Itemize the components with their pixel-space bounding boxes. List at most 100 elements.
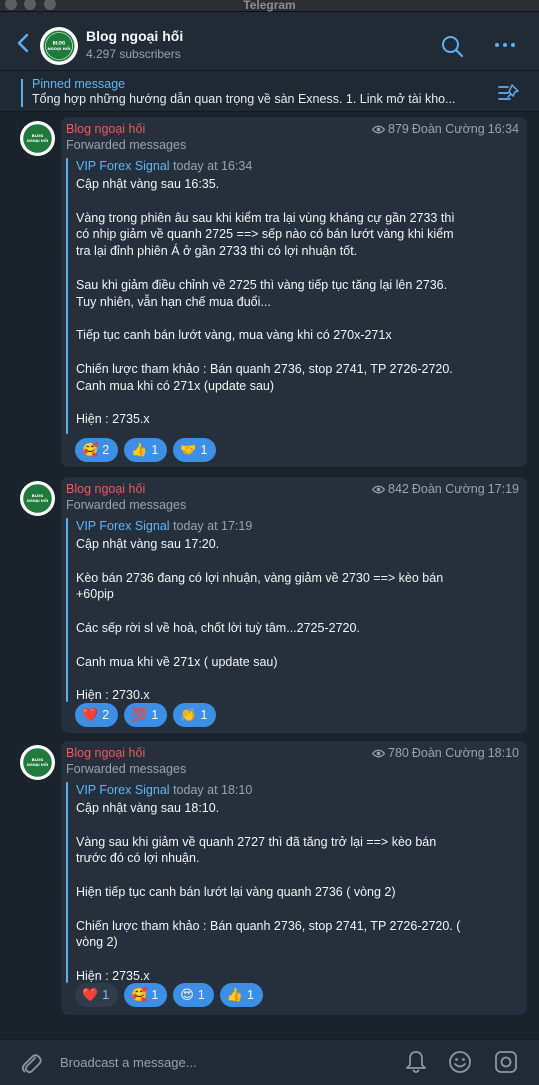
reaction-bar: ❤️ 2 💯 1 👏 1 — [75, 703, 217, 727]
reaction-count: 1 — [102, 988, 110, 1002]
message-meta: 780 Đoàn Cường 18:10 — [372, 746, 519, 760]
emoji-icon[interactable] — [448, 1050, 472, 1074]
app-title: Telegram — [243, 0, 296, 12]
message-author[interactable]: Blog ngoại hối — [66, 122, 145, 136]
reaction-emoji: 💯 — [131, 707, 148, 723]
reaction-count: 2 — [102, 443, 110, 457]
reaction-count: 2 — [102, 708, 110, 722]
pinned-accent-bar — [21, 79, 23, 107]
eye-icon — [372, 485, 385, 493]
reaction-count: 1 — [197, 988, 205, 1002]
message-author[interactable]: Blog ngoại hối — [66, 746, 145, 760]
reaction-count: 1 — [246, 988, 254, 1002]
forward-accent-bar — [66, 782, 68, 983]
view-count: 879 — [388, 122, 409, 136]
forwarded-from-time: today at 18:10 — [173, 783, 253, 797]
eye-icon — [372, 125, 385, 133]
message-time: 17:19 — [487, 482, 519, 496]
reaction-chip[interactable]: 💯 1 — [124, 703, 168, 727]
channel-name[interactable]: Blog ngoại hối — [86, 28, 183, 44]
svg-text:BLOG: BLOG — [32, 493, 44, 498]
reaction-chip[interactable]: 👍 1 — [219, 983, 263, 1007]
window-titlebar: Telegram — [0, 0, 539, 12]
reaction-chip[interactable]: ❤️ 2 — [75, 703, 119, 727]
forwarded-from-name[interactable]: VIP Forex Signal — [76, 159, 170, 173]
reaction-count: 1 — [151, 988, 159, 1002]
message-composer — [0, 1039, 539, 1085]
pinned-message-bar[interactable]: Pinned message Tổng hợp những hướng dẫn … — [0, 70, 539, 112]
message: BLOG NGOẠI HỐI Blog ngoại hối Forwarded … — [0, 477, 539, 733]
forwarded-label: Forwarded messages — [66, 762, 187, 776]
reaction-count: 1 — [200, 708, 208, 722]
chat-header: BLOG NGOẠI HỐI Blog ngoại hối 4.297 subs… — [0, 12, 539, 70]
message-time: 16:34 — [487, 122, 519, 136]
forwarded-from-name[interactable]: VIP Forex Signal — [76, 783, 170, 797]
reaction-chip[interactable]: 🤝 1 — [173, 438, 217, 462]
message-avatar[interactable]: BLOG NGOẠI HỐI — [20, 481, 55, 516]
pinned-title: Pinned message — [32, 77, 126, 91]
forwarded-from-time: today at 16:34 — [173, 159, 253, 173]
pinned-text: Tổng hợp những hướng dẫn quan trọng về s… — [32, 92, 456, 106]
message-meta: 879 Đoàn Cường 16:34 — [372, 122, 519, 136]
channel-avatar[interactable]: BLOG NGOẠI HỐI — [40, 27, 78, 65]
svg-text:BLOG: BLOG — [53, 41, 66, 46]
svg-text:NGOẠI HỐI: NGOẠI HỐI — [27, 762, 48, 767]
view-count: 842 — [388, 482, 409, 496]
message-bubble[interactable]: Blog ngoại hối Forwarded messages 842 Đo… — [61, 477, 527, 733]
reaction-emoji: 👍 — [131, 442, 148, 458]
reaction-emoji: 🤝 — [180, 442, 197, 458]
message-bubble[interactable]: Blog ngoại hối Forwarded messages 780 Đo… — [61, 741, 527, 1015]
signature: Đoàn Cường — [411, 482, 485, 496]
forwarded-label: Forwarded messages — [66, 138, 187, 152]
forwarded-from[interactable]: VIP Forex Signal today at 17:19 — [76, 519, 252, 533]
forwarded-from-name[interactable]: VIP Forex Signal — [76, 519, 170, 533]
forwarded-from-time: today at 17:19 — [173, 519, 253, 533]
svg-text:BLOG: BLOG — [32, 757, 44, 762]
back-icon[interactable] — [16, 33, 30, 53]
signature: Đoàn Cường — [411, 746, 485, 760]
reaction-emoji: ❤️ — [82, 707, 99, 723]
reaction-emoji: 👏 — [180, 707, 197, 723]
forwarded-from[interactable]: VIP Forex Signal today at 16:34 — [76, 159, 252, 173]
reaction-emoji: 🥰 — [82, 442, 99, 458]
forwarded-from[interactable]: VIP Forex Signal today at 18:10 — [76, 783, 252, 797]
signature: Đoàn Cường — [411, 122, 485, 136]
bell-icon[interactable] — [405, 1050, 427, 1074]
message-meta: 842 Đoàn Cường 17:19 — [372, 482, 519, 496]
reaction-count: 1 — [151, 708, 159, 722]
reaction-emoji: 👍 — [226, 987, 243, 1003]
reaction-chip[interactable]: 👏 1 — [173, 703, 217, 727]
svg-text:BLOG: BLOG — [32, 133, 44, 138]
message: BLOG NGOẠI HỐI Blog ngoại hối Forwarded … — [0, 741, 539, 1015]
reaction-count: 1 — [151, 443, 159, 457]
message-avatar[interactable]: BLOG NGOẠI HỐI — [20, 121, 55, 156]
svg-text:NGOẠI HỐI: NGOẠI HỐI — [27, 138, 48, 143]
more-icon[interactable] — [494, 41, 516, 49]
sticker-icon[interactable] — [494, 1050, 518, 1074]
reaction-bar: 🥰 2 👍 1 🤝 1 — [75, 438, 217, 462]
reaction-chip[interactable]: 😍 1 — [173, 983, 214, 1007]
message-input[interactable] — [60, 1052, 380, 1072]
reaction-emoji: 😍 — [180, 987, 194, 1003]
forward-accent-bar — [66, 158, 68, 434]
reaction-emoji: 🥰 — [131, 987, 148, 1003]
reaction-bar: ❤️ 1 🥰 1 😍 1 👍 1 — [75, 983, 263, 1007]
reaction-chip[interactable]: ❤️ 1 — [75, 983, 119, 1007]
subscriber-count: 4.297 subscribers — [86, 47, 181, 61]
reaction-chip[interactable]: 👍 1 — [124, 438, 168, 462]
forward-accent-bar — [66, 518, 68, 702]
svg-text:NGOẠI HỐI: NGOẠI HỐI — [47, 46, 71, 51]
attach-icon[interactable] — [20, 1051, 42, 1075]
reaction-emoji: ❤️ — [82, 987, 99, 1003]
reaction-chip[interactable]: 🥰 1 — [124, 983, 168, 1007]
message-bubble[interactable]: Blog ngoại hối Forwarded messages 879 Đo… — [61, 117, 527, 467]
message-text: Cập nhật vàng sau 17:20. Kèo bán 2736 đa… — [76, 537, 444, 703]
message-time: 18:10 — [487, 746, 519, 760]
svg-text:NGOẠI HỐI: NGOẠI HỐI — [27, 498, 48, 503]
message-author[interactable]: Blog ngoại hối — [66, 482, 145, 496]
forwarded-label: Forwarded messages — [66, 498, 187, 512]
message-avatar[interactable]: BLOG NGOẠI HỐI — [20, 745, 55, 780]
reaction-chip[interactable]: 🥰 2 — [75, 438, 119, 462]
pin-list-icon[interactable] — [498, 83, 520, 103]
search-icon[interactable] — [440, 34, 464, 58]
